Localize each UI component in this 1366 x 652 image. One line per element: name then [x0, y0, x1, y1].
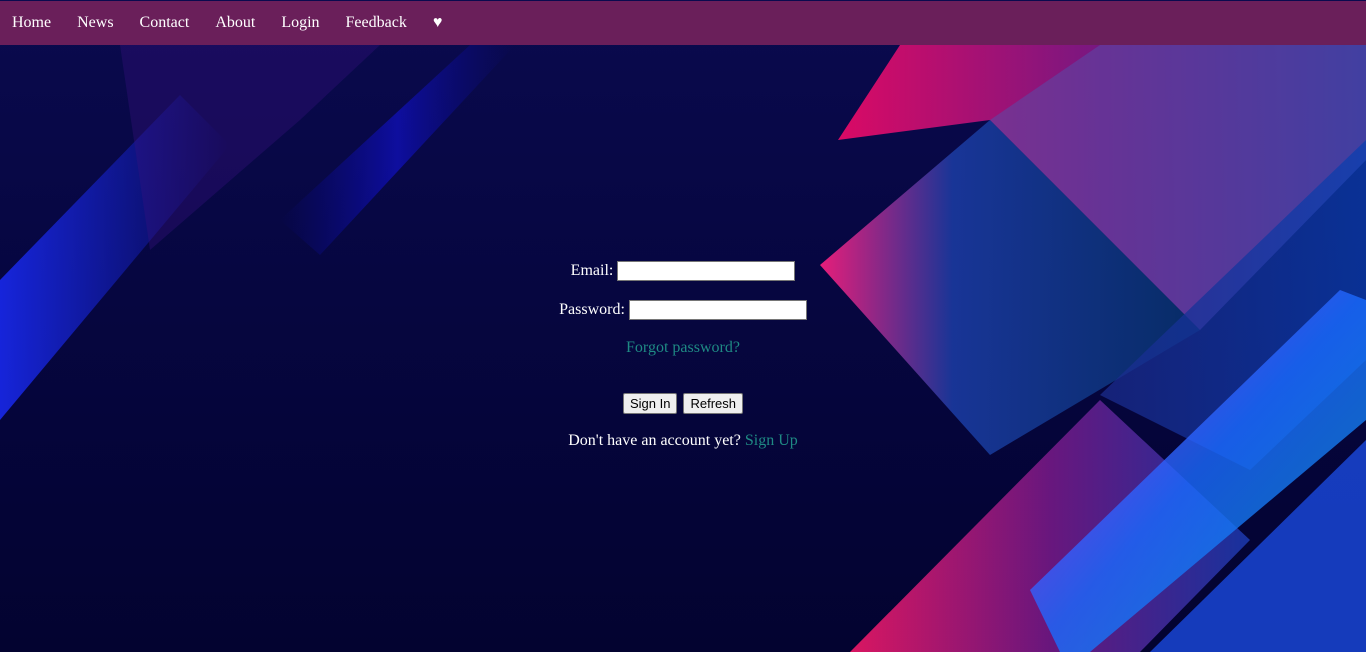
email-row: Email: [0, 261, 1366, 281]
password-label: Password: [559, 301, 625, 318]
refresh-button[interactable]: Refresh [683, 393, 743, 414]
email-label: Email: [570, 262, 614, 279]
sign-in-button[interactable]: Sign In [622, 393, 678, 414]
forgot-password-link[interactable]: Forgot password? [626, 339, 740, 356]
password-input[interactable] [628, 300, 807, 320]
action-buttons: Sign In Refresh [0, 393, 1366, 414]
login-form: Email: Password: Forgot password? Sign I… [0, 0, 1366, 652]
email-input[interactable] [617, 261, 796, 281]
forgot-password-row: Forgot password? [0, 339, 1366, 357]
signup-row: Don't have an account yet? Sign Up [0, 432, 1366, 450]
password-row: Password: [0, 300, 1366, 320]
sign-up-link[interactable]: Sign Up [745, 432, 798, 449]
no-account-text: Don't have an account yet? [568, 432, 741, 449]
